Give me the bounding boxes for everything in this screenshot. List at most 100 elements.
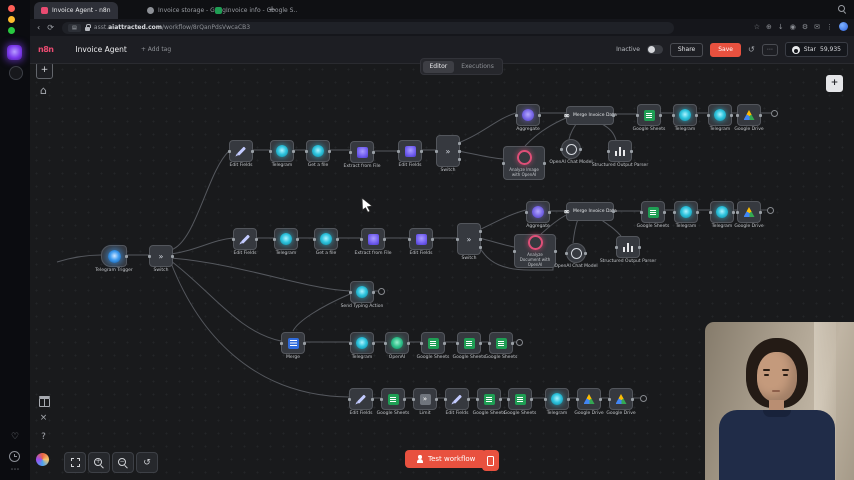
workflow-node[interactable]: Google Drive [609, 388, 633, 410]
workflow-node[interactable]: Aggregate [526, 201, 550, 223]
back-icon[interactable]: ‹ [37, 23, 40, 32]
site-info-badge[interactable]: ▤ [68, 24, 81, 32]
workflow-node[interactable]: Telegram [674, 201, 698, 223]
share-button[interactable]: Share [670, 43, 703, 57]
settings-icon[interactable]: ⚙ [802, 23, 808, 31]
workflow-node[interactable]: Telegram [673, 104, 697, 126]
output-handle[interactable] [479, 230, 482, 233]
workflow-node[interactable]: Get a file [314, 228, 338, 250]
workflow-node[interactable]: Structured Output Parser [616, 236, 640, 258]
output-handle[interactable] [458, 142, 461, 145]
github-star-widget[interactable]: Star 59,935 [785, 42, 848, 57]
workflow-node[interactable]: Google Drive [577, 388, 601, 410]
workflow-node[interactable]: Edit Fields [349, 388, 373, 410]
output-handle[interactable] [479, 246, 482, 249]
reader-icon[interactable]: ◉ [790, 23, 796, 31]
reload-icon[interactable]: ⟳ [47, 23, 54, 32]
n8n-logo[interactable]: n8n [38, 45, 53, 54]
mail-icon[interactable]: ✉ [814, 23, 820, 31]
stop-button[interactable] [482, 450, 499, 471]
active-toggle[interactable] [647, 45, 663, 54]
test-workflow-button[interactable]: Test workflow [405, 450, 486, 468]
workflow-node[interactable]: Google Sheets [457, 332, 481, 354]
add-node-button[interactable]: + [826, 75, 843, 92]
workflow-node[interactable]: Telegram [350, 332, 374, 354]
workflow-node[interactable]: ∞Merge Invoice Data [566, 106, 614, 125]
canvas-add-button[interactable]: + [36, 62, 53, 79]
extensions-icon[interactable]: ⊕ [766, 23, 772, 31]
workspace-icon[interactable] [9, 66, 23, 80]
window-minimize-button[interactable] [8, 16, 15, 23]
history-clock-icon[interactable] [9, 451, 20, 462]
workflow-node[interactable]: Merge [281, 332, 305, 354]
tab-invoice-info[interactable]: Invoice info - Google S.. [208, 2, 304, 19]
workflow-node[interactable]: Extract from File [361, 228, 385, 250]
workflow-node[interactable]: »Switch [436, 135, 460, 167]
output-endpoint[interactable] [516, 339, 523, 346]
output-endpoint[interactable] [640, 395, 647, 402]
workflow-node[interactable]: Extract from File [350, 141, 374, 163]
new-tab-button[interactable]: + [266, 4, 278, 16]
window-zoom-button[interactable] [8, 27, 15, 34]
output-endpoint[interactable] [771, 110, 778, 117]
workflow-node[interactable]: Google Drive [737, 201, 761, 223]
workflow-node[interactable]: Google Sheets [489, 332, 513, 354]
tab-search-icon[interactable] [838, 5, 846, 13]
user-avatar[interactable] [36, 453, 49, 466]
workflow-node[interactable]: Send Typing Action [350, 281, 374, 303]
tab-invoice-agent[interactable]: Invoice Agent - n8n [34, 2, 118, 19]
workflow-node[interactable]: OpenAI Chat Model [566, 243, 586, 263]
tab-executions[interactable]: Executions [454, 61, 501, 73]
output-endpoint[interactable] [767, 207, 774, 214]
workflow-node[interactable]: Edit Fields [398, 140, 422, 162]
workflow-node[interactable]: Telegram [274, 228, 298, 250]
downloads-icon[interactable]: ↓ [778, 23, 784, 31]
workflow-node[interactable]: Google Sheets [637, 104, 661, 126]
workflow-node[interactable]: OpenAI Chat Model [561, 139, 581, 159]
rail-more-icon[interactable]: ⋯ [6, 463, 24, 477]
workflow-title[interactable]: Invoice Agent [75, 45, 126, 54]
history-icon[interactable]: ↺ [748, 45, 755, 54]
overview-home-icon[interactable]: ⌂ [36, 84, 51, 97]
workflow-node[interactable]: Google Sheets [641, 201, 665, 223]
workflow-node[interactable]: Google Sheets [477, 388, 501, 410]
add-tag-button[interactable]: + Add tag [141, 46, 171, 53]
profile-avatar[interactable] [839, 22, 848, 31]
extension-icon[interactable] [7, 45, 22, 60]
workflow-node[interactable]: Aggregate [516, 104, 540, 126]
workflow-node[interactable]: Google Drive [737, 104, 761, 126]
save-button[interactable]: Save [710, 43, 741, 57]
overflow-menu-icon[interactable]: ⋮ [826, 23, 833, 31]
zoom-out-button[interactable]: − [112, 452, 134, 473]
workflow-node[interactable]: Telegram [708, 104, 732, 126]
workflow-node[interactable]: OpenAI [385, 332, 409, 354]
workflow-node[interactable]: »Limit [413, 388, 437, 410]
output-endpoint[interactable] [378, 288, 385, 295]
whats-new-gift-icon[interactable] [39, 398, 50, 407]
workflow-node[interactable]: ∞Merge Invoice Data [566, 202, 614, 221]
workflow-node[interactable]: Get a file [306, 140, 330, 162]
address-bar[interactable]: ▤ asst.aiattracted.com/workflow/8rQanPds… [62, 22, 674, 34]
zoom-in-button[interactable]: + [88, 452, 110, 473]
workflow-node[interactable]: Telegram [710, 201, 734, 223]
workflow-node[interactable]: »Switch [149, 245, 173, 267]
workflow-node[interactable]: Google Sheets [508, 388, 532, 410]
more-options-button[interactable]: ⋯ [762, 44, 778, 56]
output-handle[interactable] [479, 238, 482, 241]
workflow-node[interactable]: Telegram Trigger [101, 245, 127, 267]
workflow-node[interactable]: Edit Fields [229, 140, 253, 162]
workflow-node[interactable]: Google Sheets [381, 388, 405, 410]
workflow-node[interactable]: Analyze Document with OpenAI [514, 234, 556, 268]
workflow-node[interactable]: Analyze Image with OpenAI [503, 146, 545, 180]
window-close-button[interactable] [8, 5, 15, 12]
workflow-node[interactable]: Edit Fields [445, 388, 469, 410]
workflow-node[interactable]: Edit Fields [233, 228, 257, 250]
favorites-heart-icon[interactable]: ♡ [6, 430, 24, 444]
output-handle[interactable] [458, 150, 461, 153]
workflow-node[interactable]: Edit Fields [409, 228, 433, 250]
workflow-node[interactable]: »Switch [457, 223, 481, 255]
workflow-node[interactable]: Structured Output Parser [608, 140, 632, 162]
zoom-to-fit-button[interactable] [64, 452, 86, 473]
output-handle[interactable] [458, 158, 461, 161]
tab-editor[interactable]: Editor [423, 61, 455, 73]
